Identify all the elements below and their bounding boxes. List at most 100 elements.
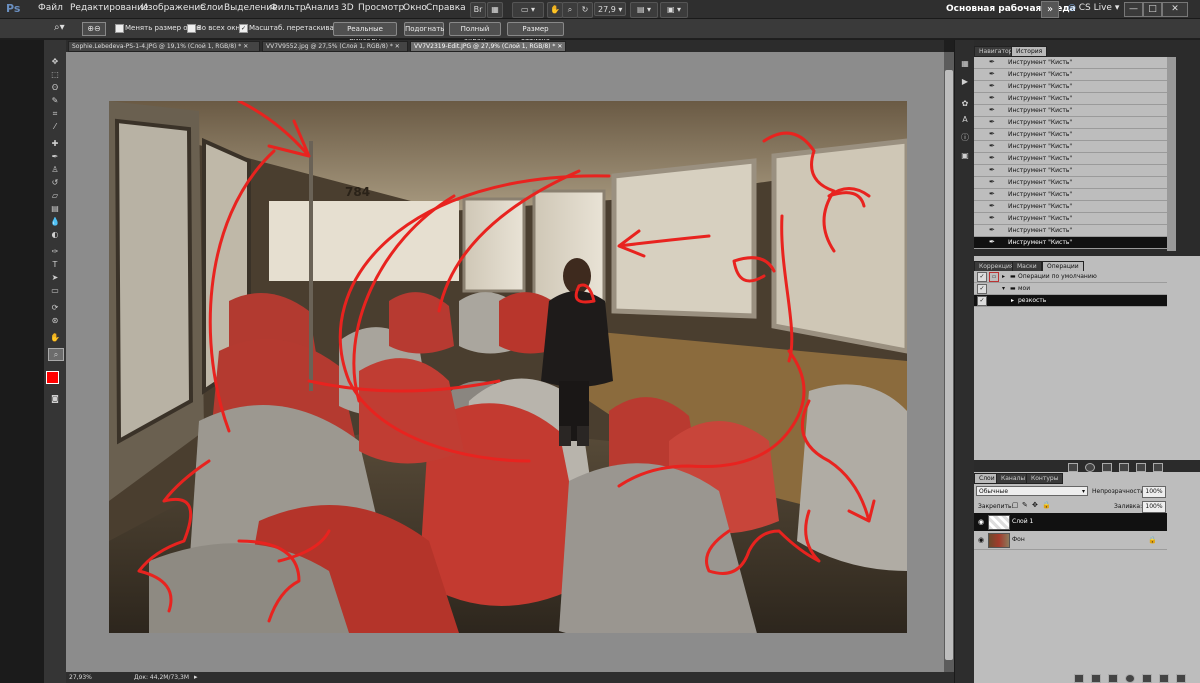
action-sharpness[interactable]: ✓ ▸ резкость <box>974 295 1167 307</box>
type-tool-icon[interactable]: T <box>48 259 62 270</box>
zoom-tool-active-icon[interactable]: ⌕ <box>48 348 64 361</box>
history-item[interactable]: ✒ Инструмент "Кисть" <box>974 153 1167 165</box>
menu-layers[interactable]: Слои <box>200 3 223 13</box>
quick-mask-icon[interactable]: ◙ <box>48 393 62 404</box>
foreground-color-swatch[interactable] <box>46 371 59 384</box>
character-panel-icon[interactable]: A <box>959 114 971 125</box>
eye-icon[interactable]: ◉ <box>976 518 986 526</box>
history-item[interactable]: ✒ Инструмент "Кисть" <box>974 129 1167 141</box>
expand-arrow-icon[interactable]: ▸ <box>1011 295 1014 306</box>
zoom-level-select[interactable]: 27,9 ▾ <box>594 2 626 16</box>
minimize-button[interactable]: — <box>1124 2 1143 17</box>
shape-tool-icon[interactable]: ▭ <box>48 285 62 296</box>
lock-image-icon[interactable]: ✎ <box>1022 501 1028 509</box>
crop-tool-icon[interactable]: ⌗ <box>48 108 62 119</box>
marquee-tool-icon[interactable]: ⬚ <box>48 69 62 80</box>
document-canvas-image[interactable]: 784 <box>109 101 907 633</box>
fill-input[interactable]: 100% <box>1142 501 1166 513</box>
quick-select-tool-icon[interactable]: ✎ <box>48 95 62 106</box>
layer-name[interactable]: Фон <box>1012 531 1025 549</box>
menu-filter[interactable]: Фильтр <box>270 3 306 13</box>
lasso-tool-icon[interactable]: ʘ <box>48 82 62 93</box>
eraser-tool-icon[interactable]: ▱ <box>48 190 62 201</box>
blend-mode-select[interactable]: Обычные ▾ <box>976 486 1088 496</box>
layer-mask-icon[interactable] <box>1108 674 1118 683</box>
close-icon[interactable]: ✕ <box>557 43 562 50</box>
action-check-icon[interactable]: ✓ <box>977 296 987 306</box>
history-item[interactable]: ✒ Инструмент "Кисть" <box>974 93 1167 105</box>
menu-window[interactable]: Окно <box>403 3 427 13</box>
lock-position-icon[interactable]: ✥ <box>1032 501 1038 509</box>
new-set-icon[interactable] <box>1119 463 1129 472</box>
history-item[interactable]: ✒ Инструмент "Кисть" <box>974 57 1167 69</box>
history-item[interactable]: ✒ Инструмент "Кисть" <box>974 69 1167 81</box>
history-item[interactable]: ✒ Инструмент "Кисть" <box>974 177 1167 189</box>
history-item[interactable]: ✒ Инструмент "Кисть" <box>974 81 1167 93</box>
lock-all-icon[interactable]: 🔒 <box>1042 501 1051 509</box>
close-button[interactable]: ✕ <box>1162 2 1188 17</box>
screen-mode-icon[interactable]: ▣ ▾ <box>660 2 688 18</box>
cs-live-button[interactable]: ◎ CS Live ▾ <box>1068 3 1119 13</box>
tab-document-1[interactable]: Sophie.Lebedeva-PS-1-4.JPG @ 19,1% (Слой… <box>68 41 260 52</box>
menu-edit[interactable]: Редактирование <box>70 3 149 13</box>
dialog-toggle-icon[interactable]: ▭ <box>989 272 999 282</box>
menu-view[interactable]: Просмотр <box>358 3 404 13</box>
layer-style-icon[interactable] <box>1091 674 1101 683</box>
minibridge-icon[interactable]: ▦ <box>487 2 503 18</box>
resize-windows-checkbox[interactable] <box>115 24 124 33</box>
blur-tool-icon[interactable]: 💧 <box>48 216 62 227</box>
zoom-in-out-icon[interactable]: ⊕⊖ <box>82 22 106 36</box>
history-item[interactable]: ✒ Инструмент "Кисть" <box>974 117 1167 129</box>
close-icon[interactable]: ✕ <box>243 43 248 50</box>
history-item[interactable]: ✒ Инструмент "Кисть" <box>974 141 1167 153</box>
brush-tool-icon[interactable]: ✒ <box>48 151 62 162</box>
layer-name[interactable]: Слой 1 <box>1012 513 1033 531</box>
history-panel-icon[interactable]: ▦ <box>959 58 971 69</box>
scrubby-zoom-checkbox[interactable]: ✓ <box>239 24 248 33</box>
collapse-arrow-icon[interactable]: ▾ <box>1002 283 1005 294</box>
action-set-default[interactable]: ✓ ▭ ▸ ▬ Операции по умолчанию <box>974 271 1167 283</box>
menu-analysis[interactable]: Анализ <box>305 3 339 13</box>
info-panel-icon[interactable]: ⓘ <box>959 132 971 143</box>
adjustment-layer-icon[interactable] <box>1125 674 1135 683</box>
status-menu-arrow-icon[interactable]: ▸ <box>194 673 198 681</box>
workspace-more-button[interactable]: » <box>1041 1 1059 18</box>
play-icon[interactable] <box>1102 463 1112 472</box>
canvas-scroll-thumb[interactable] <box>945 70 953 660</box>
hand-icon[interactable]: ✋ <box>547 2 563 18</box>
layer-row-layer1[interactable]: ◉ Слой 1 <box>974 513 1167 532</box>
layer-row-background[interactable]: ◉ Фон 🔒 <box>974 531 1167 550</box>
gradient-tool-icon[interactable]: ▤ <box>48 203 62 214</box>
fill-screen-button[interactable]: Полный экран <box>449 22 501 45</box>
menu-file[interactable]: Файл <box>38 3 63 13</box>
opacity-input[interactable]: 100% <box>1142 486 1166 498</box>
action-check-icon[interactable]: ✓ <box>977 272 987 282</box>
tab-channels[interactable]: Каналы <box>996 473 1031 484</box>
3d-orbit-tool-icon[interactable]: ⊛ <box>48 315 62 326</box>
rotate-view-icon[interactable]: ↻ <box>577 2 593 18</box>
zoom-tool-icon[interactable]: ⌕▾ <box>54 22 74 34</box>
dodge-tool-icon[interactable]: ◐ <box>48 229 62 240</box>
clone-stamp-tool-icon[interactable]: ♙ <box>48 164 62 175</box>
status-zoom[interactable]: 27,93% <box>69 674 92 681</box>
tool-presets-icon[interactable]: ✿ <box>959 98 971 109</box>
history-item[interactable]: ✒ Инструмент "Кисть" <box>974 213 1167 225</box>
history-item[interactable]: ✒ Инструмент "Кисть" <box>974 165 1167 177</box>
delete-layer-icon[interactable] <box>1176 674 1186 683</box>
maximize-button[interactable]: □ <box>1143 2 1162 17</box>
menu-3d[interactable]: 3D <box>341 3 354 13</box>
tab-history[interactable]: История <box>1011 46 1048 57</box>
view-extras-icon[interactable]: ▭ ▾ <box>512 2 544 18</box>
lock-transparency-icon[interactable]: ▢ <box>1012 501 1019 509</box>
all-windows-checkbox[interactable] <box>187 24 196 33</box>
history-scrollbar[interactable] <box>1167 57 1176 251</box>
record-icon[interactable] <box>1085 463 1095 472</box>
eyedropper-tool-icon[interactable]: ⁄ <box>48 121 62 132</box>
history-item[interactable]: ✒ Инструмент "Кисть" <box>974 237 1167 249</box>
actual-pixels-button[interactable]: Реальные пикселы <box>333 22 397 45</box>
pen-tool-icon[interactable]: ✑ <box>48 246 62 257</box>
link-layers-icon[interactable] <box>1074 674 1084 683</box>
new-layer-icon[interactable] <box>1159 674 1169 683</box>
fit-screen-button[interactable]: Подогнать <box>404 22 444 36</box>
print-size-button[interactable]: Размер оттиска <box>507 22 564 45</box>
